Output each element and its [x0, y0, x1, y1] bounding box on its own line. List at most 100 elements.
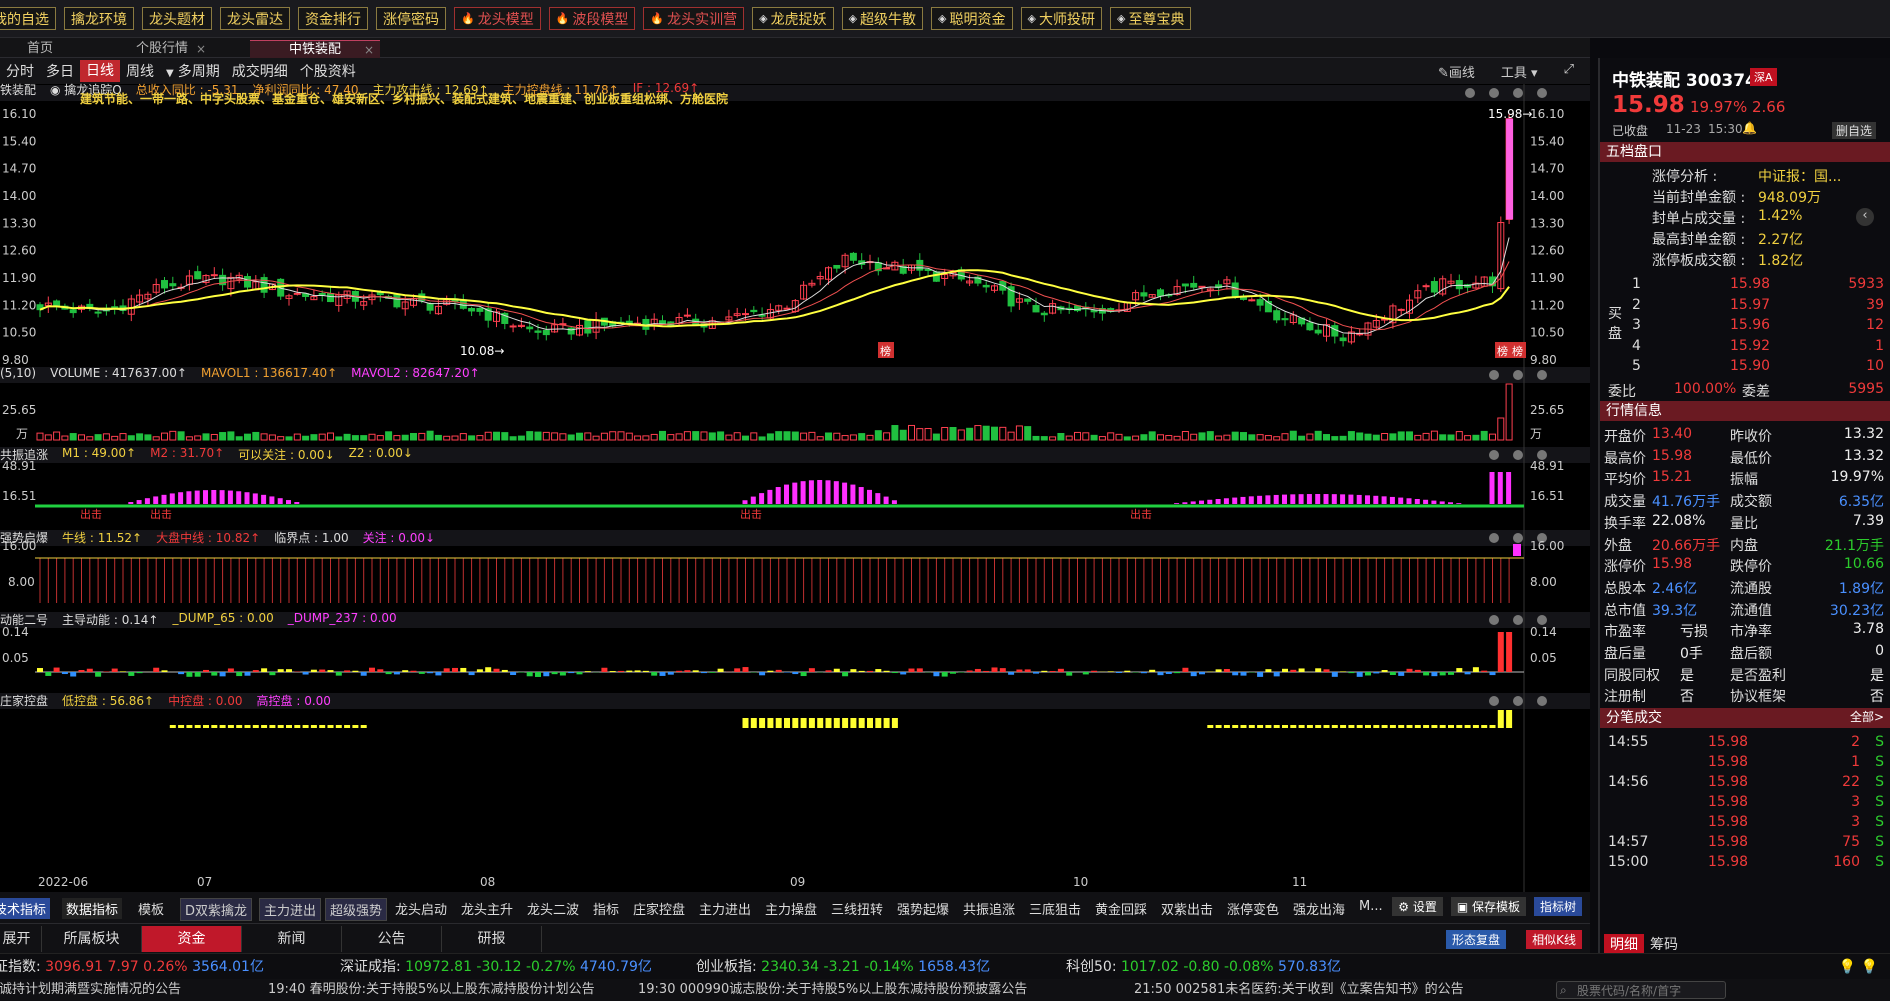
toolbar-button-10[interactable]: ◈ 超级牛散 [841, 7, 924, 30]
toolbar-button-9[interactable]: ◈ 龙虎捉妖 [752, 7, 834, 30]
indicator-tab-2[interactable]: 模板 [134, 898, 168, 919]
indicator-tab-12[interactable]: 主力操盘 [761, 898, 821, 919]
search-input[interactable]: 股票代码/名称/首字 [1556, 981, 1726, 999]
indicator-tab-9[interactable]: 指标 [589, 898, 623, 919]
period-1[interactable]: 多日 [40, 61, 80, 81]
y-tick-left: 9.80 [2, 353, 29, 367]
panel-control-icon[interactable] [1513, 88, 1523, 98]
bell-icon[interactable]: 🔔 [1742, 121, 1757, 135]
indicator-tab-14[interactable]: 强势起爆 [893, 898, 953, 919]
toolbar-button-13[interactable]: ◈ 至尊宝典 [1109, 7, 1192, 30]
toolbar-button-0[interactable]: 我的自选 [0, 7, 56, 30]
toolbar-button-3[interactable]: 龙头雷达 [220, 7, 290, 30]
index-item-0[interactable]: 上证指数: 3096.91 7.97 0.26% 3564.01亿 [0, 954, 264, 980]
bottom-tab-2[interactable]: 资金 [142, 926, 242, 952]
news-item[interactable]: 19:40 春明股份:关于持股5%以上股东减持股份计划公告 [268, 979, 595, 1001]
bottom-tab-3[interactable]: 新闻 [242, 926, 342, 952]
similar-kline-button[interactable]: 相似K线 [1526, 930, 1582, 949]
indicator-tab-4[interactable]: 主力进出 [259, 898, 322, 921]
panel-control-icon[interactable] [1537, 615, 1547, 625]
indicator-tab-13[interactable]: 三线扭转 [827, 898, 887, 919]
toolbar-button-7[interactable]: 🔥 波段模型 [548, 7, 636, 30]
panel-control-icon[interactable] [1513, 696, 1523, 706]
panel-control-icon[interactable] [1513, 370, 1523, 380]
panel-control-icon[interactable] [1489, 696, 1499, 706]
panel-control-icon[interactable] [1489, 615, 1499, 625]
panel-control-icon[interactable] [1513, 533, 1523, 543]
panel-control-icon[interactable] [1465, 88, 1475, 98]
indicator-tab-1[interactable]: 数据指标 [62, 898, 123, 919]
draw-line-button[interactable]: ✎画线 [1432, 62, 1481, 81]
bottom-tab-4[interactable]: 公告 [342, 926, 442, 952]
chips-tab[interactable]: 筹码 [1644, 934, 1684, 954]
tab-2[interactable]: 中铁装配 × [250, 40, 380, 58]
period-4[interactable]: ▼ 多周期 [160, 61, 226, 81]
indicator-tab-8[interactable]: 龙头二波 [523, 898, 583, 919]
collapse-icon[interactable]: ‹ [1856, 208, 1874, 226]
bottom-tab-0[interactable]: 展开 [0, 926, 42, 952]
close-icon[interactable]: × [364, 41, 374, 59]
period-3[interactable]: 周线 [120, 61, 160, 81]
news-item[interactable]: 东诚持计划期满暨实施情况的公告 [0, 979, 181, 1001]
indicator-tab-3[interactable]: D双紫擒龙 [180, 898, 253, 921]
panel-control-icon[interactable] [1513, 450, 1523, 460]
index-item-3[interactable]: 科创50: 1017.02 -0.80 -0.08% 570.83亿 [1066, 954, 1341, 980]
indicator-tab-0[interactable]: 技术指标 [0, 898, 51, 919]
period-2[interactable]: 日线 [80, 60, 120, 82]
period-0[interactable]: 分时 [0, 61, 40, 81]
period-6[interactable]: 个股资料 [294, 61, 362, 81]
detail-tab[interactable]: 明细 [1604, 934, 1644, 954]
indicator-tab-17[interactable]: 黄金回踩 [1091, 898, 1151, 919]
indicator-tab-7[interactable]: 龙头主升 [457, 898, 517, 919]
ind-bar [169, 725, 176, 728]
indicator-tab-20[interactable]: 强龙出海 [1289, 898, 1349, 919]
bottom-tab-5[interactable]: 研报 [442, 926, 542, 952]
panel-control-icon[interactable] [1537, 88, 1547, 98]
toolbar-button-11[interactable]: ◈ 聪明资金 [931, 7, 1013, 30]
index-item-1[interactable]: 深证成指: 10972.81 -30.12 -0.27% 4740.79亿 [340, 954, 652, 980]
indicator-tab-5[interactable]: 超级强势 [325, 898, 388, 921]
bottom-tab-1[interactable]: 所属板块 [42, 926, 142, 952]
indicator-tree-button[interactable]: 指标树 [1533, 897, 1582, 916]
close-icon[interactable]: × [196, 40, 206, 58]
panel-control-icon[interactable] [1489, 88, 1499, 98]
indicator-tab-16[interactable]: 三底狙击 [1025, 898, 1085, 919]
indicator-tab-6[interactable]: 龙头启动 [391, 898, 451, 919]
settings-button[interactable]: ⚙ 设置 [1392, 897, 1443, 916]
toolbar-button-8[interactable]: 🔥 龙头实训营 [643, 7, 745, 30]
toolbar-button-6[interactable]: 🔥 龙头模型 [454, 7, 541, 30]
expand-icon[interactable]: ⤢ [1558, 62, 1580, 81]
indicator-tab-10[interactable]: 庄家控盘 [629, 898, 689, 919]
panel-control-icon[interactable] [1513, 615, 1523, 625]
indicator-tab-18[interactable]: 双紫出击 [1157, 898, 1217, 919]
tick-side: S [1875, 794, 1884, 810]
panel-control-icon[interactable] [1489, 533, 1499, 543]
panel-control-icon[interactable] [1489, 450, 1499, 460]
remove-favorite-button[interactable]: 删自选 [1832, 122, 1877, 139]
news-item[interactable]: 19:30 000990诚志股份:关于持股5%以上股东减持股份预披露公告 [638, 979, 1027, 1001]
panel-control-icon[interactable] [1537, 696, 1547, 706]
news-item[interactable]: 21:50 002581未名医药:关于收到《立案告知书》的公告 [1134, 979, 1464, 1001]
indicator-tab-15[interactable]: 共振追涨 [959, 898, 1019, 919]
tick-all-link[interactable]: 全部> [1850, 708, 1884, 725]
index-item-2[interactable]: 创业板指: 2340.34 -3.21 -0.14% 1658.43亿 [696, 954, 990, 980]
pattern-review-button[interactable]: 形态复盘 [1445, 930, 1506, 949]
bulb-icon[interactable]: 💡 💡 [1839, 954, 1878, 980]
toolbar-button-1[interactable]: 擒龙环境 [64, 7, 134, 30]
indicator-tab-19[interactable]: 涨停变色 [1223, 898, 1283, 919]
tab-0[interactable]: 首页 [0, 40, 80, 58]
tools-button[interactable]: 工具 ▾ [1495, 62, 1544, 81]
tab-1[interactable]: 个股行情 × [112, 40, 212, 58]
stock-chart[interactable]: 16.10 16.10 15.40 15.40 14.70 14.70 14.00 14.00… [0, 84, 1590, 892]
toolbar-button-4[interactable]: 资金排行 [298, 7, 368, 30]
panel-control-icon[interactable] [1537, 370, 1547, 380]
indicator-tab-21[interactable]: M... [1355, 898, 1387, 915]
toolbar-button-12[interactable]: ◈ 大师投研 [1020, 7, 1102, 30]
save-template-button[interactable]: ▣ 保存模板 [1450, 897, 1526, 916]
ind-bar [775, 718, 782, 728]
toolbar-button-2[interactable]: 龙头题材 [142, 7, 212, 30]
panel-control-icon[interactable] [1489, 370, 1499, 380]
period-5[interactable]: 成交明细 [226, 61, 294, 81]
toolbar-button-5[interactable]: 涨停密码 [376, 7, 446, 30]
indicator-tab-11[interactable]: 主力进出 [695, 898, 755, 919]
